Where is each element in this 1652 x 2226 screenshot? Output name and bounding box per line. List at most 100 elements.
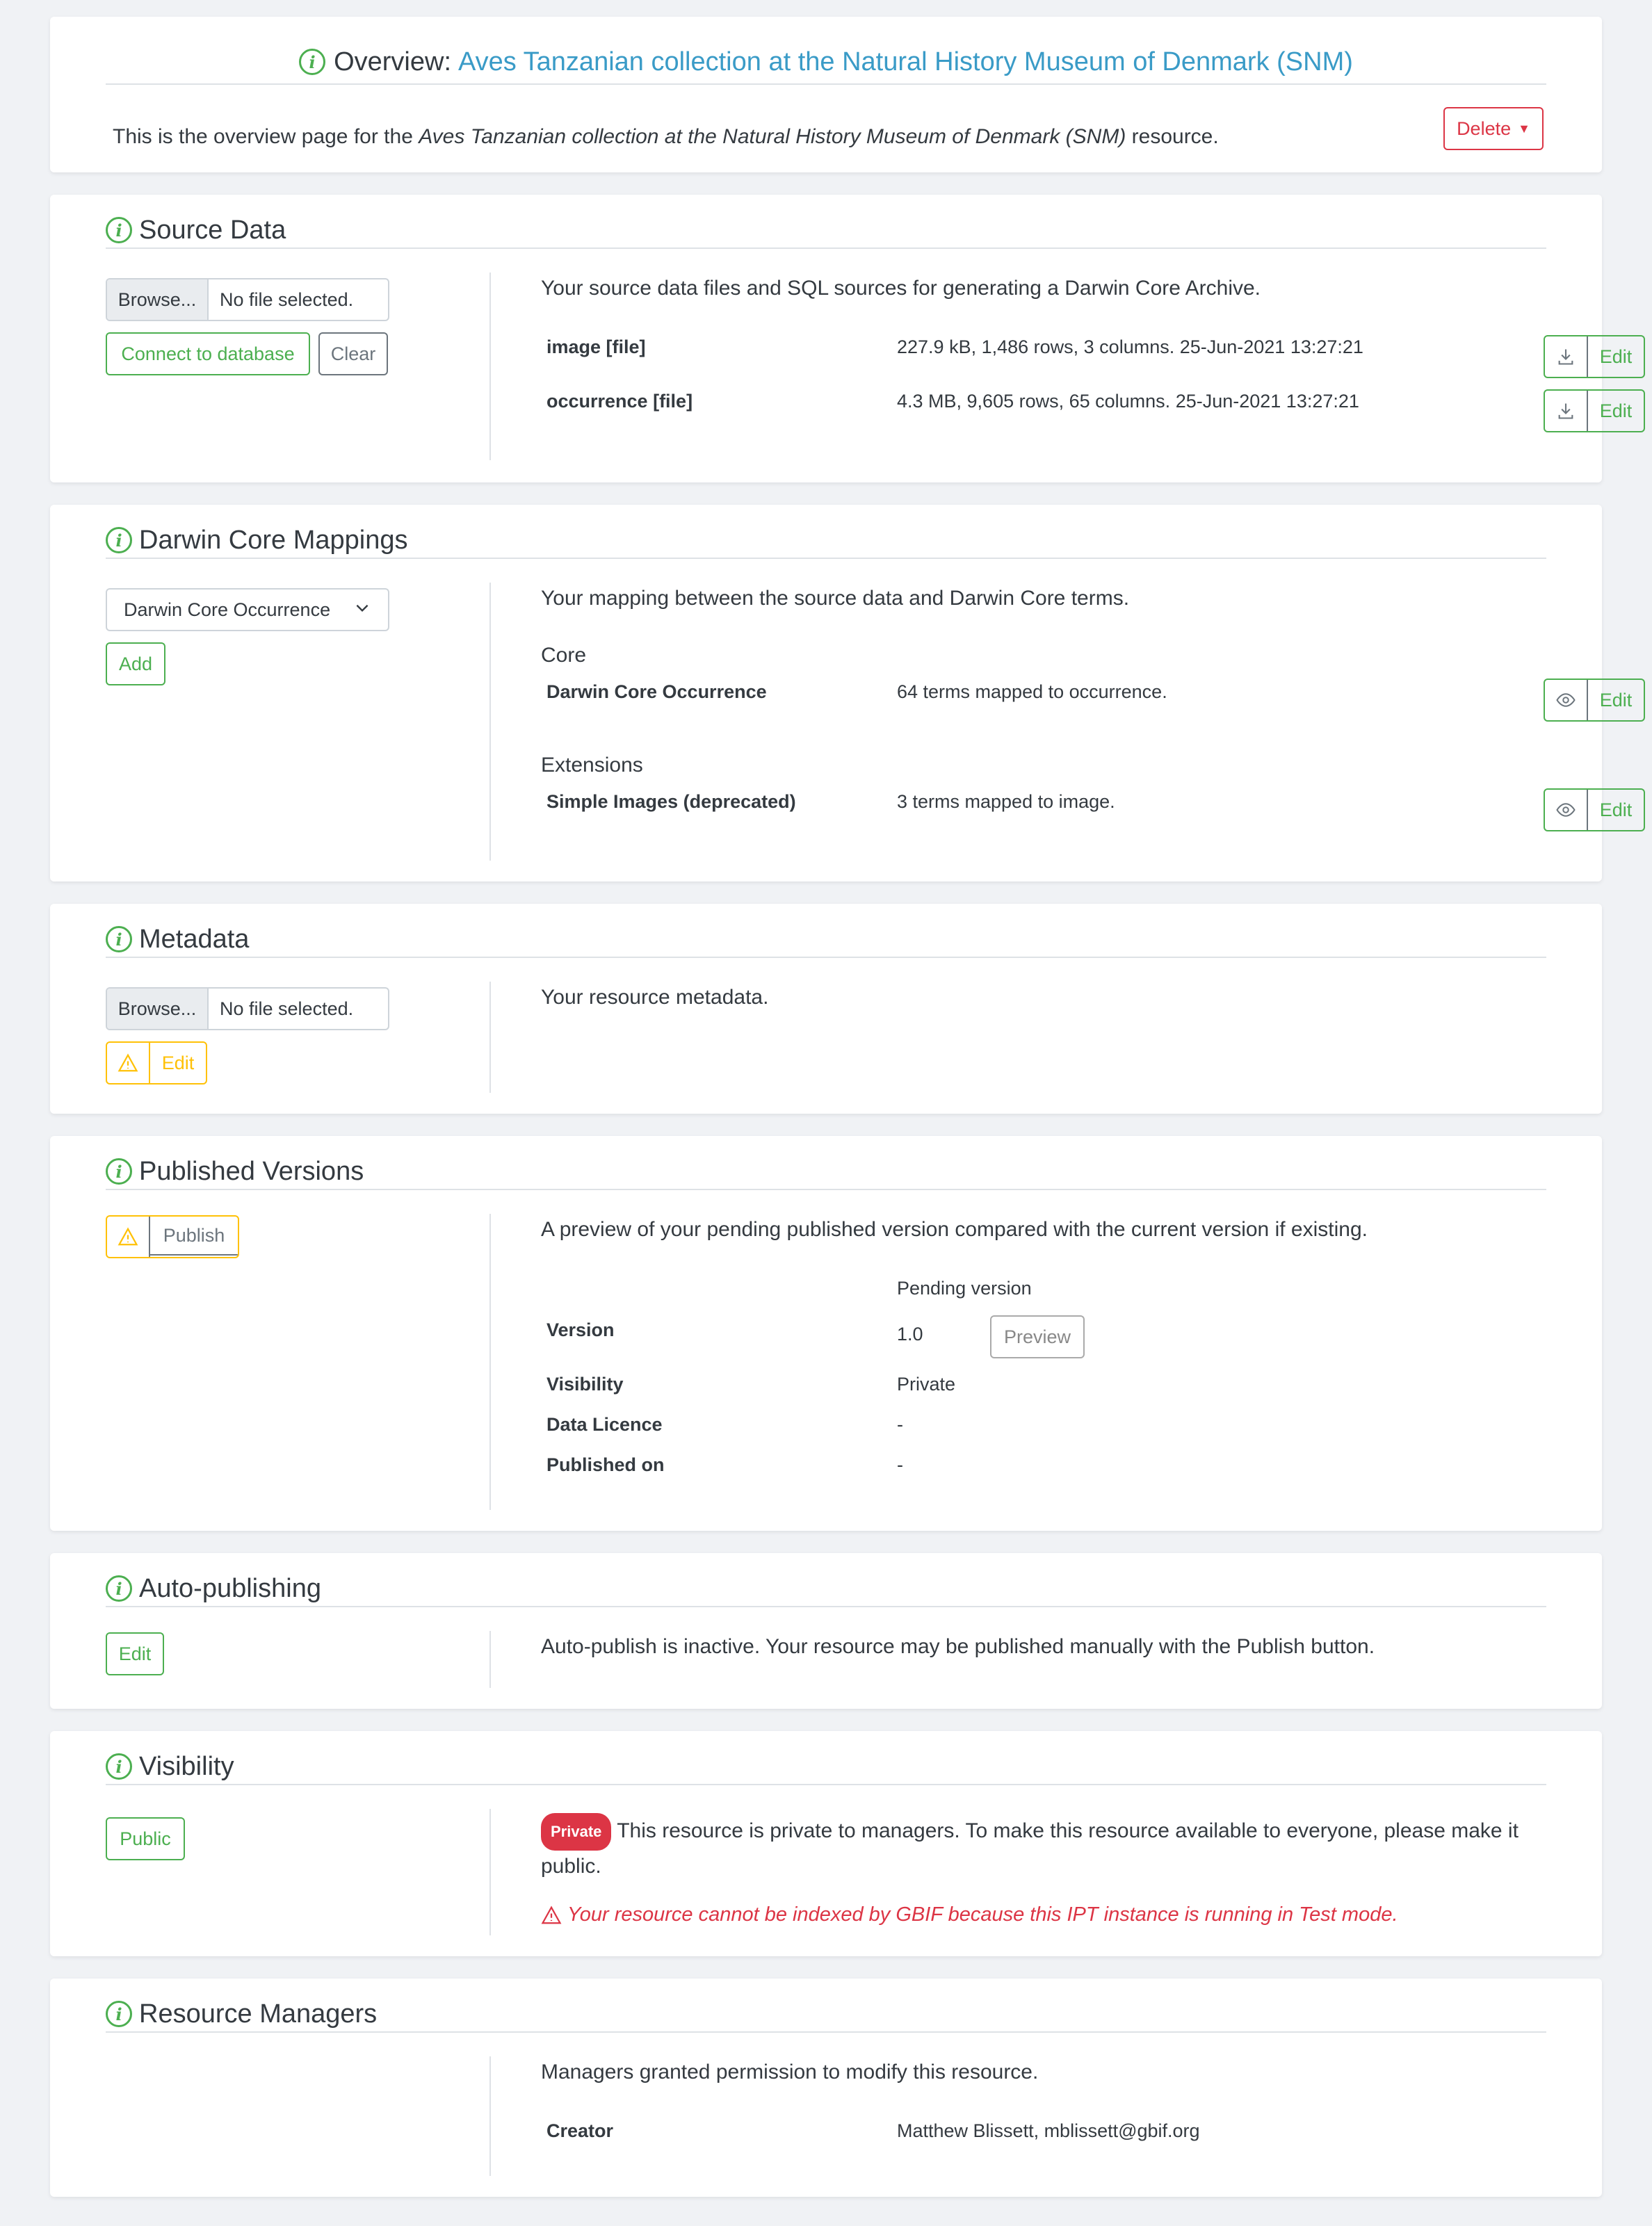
- divider: [489, 1631, 491, 1688]
- divider: [489, 2056, 491, 2176]
- metadata-description: Your resource metadata.: [541, 986, 769, 1009]
- metadata-card: i Metadata Browse... No file selected. E…: [50, 904, 1602, 1114]
- section-title: Auto-publishing: [139, 1573, 321, 1603]
- overview-description: This is the overview page for the Aves T…: [113, 125, 1219, 148]
- warning-icon: [541, 1905, 562, 1926]
- eye-icon[interactable]: [1545, 680, 1588, 720]
- section-title: Resource Managers: [139, 1999, 378, 2029]
- caret-down-icon: ▼: [1518, 121, 1530, 136]
- autopublish-edit-button[interactable]: Edit: [106, 1632, 164, 1675]
- divider: [489, 1214, 491, 1510]
- metadata-edit-group: Edit: [106, 1041, 207, 1084]
- section-title: Visibility: [139, 1751, 234, 1781]
- auto-publishing-card: i Auto-publishing Edit Auto-publish is i…: [50, 1553, 1602, 1709]
- source-file-info: 4.3 MB, 9,605 rows, 65 columns. 25-Jun-2…: [897, 391, 1359, 412]
- core-heading: Core: [541, 644, 587, 667]
- overview-prefix: Overview:: [334, 47, 451, 76]
- visibility-description: Private This resource is private to mana…: [541, 1813, 1546, 1883]
- divider: [489, 1809, 491, 1935]
- add-mapping-button[interactable]: Add: [106, 642, 165, 685]
- source-data-description: Your source data files and SQL sources f…: [541, 277, 1261, 300]
- info-icon: i: [106, 1575, 132, 1602]
- resource-name-italic: Aves Tanzanian collection at the Natural…: [419, 125, 1126, 148]
- published-on-label: Published on: [546, 1454, 665, 1475]
- divider: [489, 273, 491, 460]
- core-mapping-info: 64 terms mapped to occurrence.: [897, 681, 1167, 702]
- divider: [489, 583, 491, 861]
- edit-button[interactable]: Edit: [1588, 391, 1644, 431]
- source-file-actions: Edit: [1544, 335, 1645, 378]
- test-mode-warning: Your resource cannot be indexed by GBIF …: [541, 1903, 1398, 1926]
- divider: [489, 982, 491, 1093]
- mappings-description: Your mapping between the source data and…: [541, 587, 1130, 610]
- creator-value: Matthew Blissett, mblissett@gbif.org: [897, 2120, 1200, 2141]
- source-data-card: i Source Data Browse... No file selected…: [50, 195, 1645, 482]
- resource-title-link[interactable]: Aves Tanzanian collection at the Natural…: [458, 47, 1353, 77]
- version-value: 1.0: [897, 1324, 923, 1344]
- download-icon[interactable]: [1545, 336, 1588, 377]
- eye-icon[interactable]: [1545, 790, 1588, 830]
- creator-label: Creator: [546, 2120, 614, 2141]
- extension-mapping-info: 3 terms mapped to image.: [897, 791, 1115, 812]
- delete-dropdown-button[interactable]: Delete ▼: [1443, 107, 1544, 150]
- visibility-card: i Visibility Public Private This resourc…: [50, 1731, 1602, 1956]
- overview-heading: i Overview: Aves Tanzanian collection at…: [106, 46, 1546, 85]
- edit-button[interactable]: Edit: [1588, 790, 1644, 830]
- core-type-select[interactable]: Darwin Core Occurrence: [106, 588, 389, 631]
- edit-button[interactable]: Edit: [1588, 336, 1644, 377]
- published-description: A preview of your pending published vers…: [541, 1218, 1368, 1241]
- extension-mapping-actions: Edit: [1544, 788, 1645, 831]
- core-mapping-name: Darwin Core Occurrence: [546, 681, 767, 702]
- pending-version-heading: Pending version: [897, 1278, 1032, 1299]
- make-public-button[interactable]: Public: [106, 1817, 185, 1860]
- warning-icon: [107, 1217, 150, 1257]
- section-title: Metadata: [139, 924, 250, 954]
- resource-managers-card: i Resource Managers Managers granted per…: [50, 1979, 1602, 2197]
- file-status: No file selected.: [220, 998, 354, 1019]
- published-versions-card: i Published Versions Publish A preview o…: [50, 1136, 1602, 1531]
- mappings-card: i Darwin Core Mappings Darwin Core Occur…: [50, 505, 1645, 882]
- info-icon: i: [106, 1753, 132, 1780]
- edit-metadata-button[interactable]: Edit: [150, 1043, 206, 1083]
- info-icon: i: [106, 2001, 132, 2027]
- download-icon[interactable]: [1545, 391, 1588, 431]
- version-label: Version: [546, 1319, 615, 1340]
- publish-group: Publish: [106, 1215, 239, 1258]
- extension-mapping-name: Simple Images (deprecated): [546, 791, 796, 812]
- autopublish-description: Auto-publish is inactive. Your resource …: [541, 1635, 1375, 1658]
- info-icon: i: [106, 527, 132, 553]
- preview-button[interactable]: Preview: [990, 1315, 1085, 1358]
- section-title: Darwin Core Mappings: [139, 525, 408, 555]
- extensions-heading: Extensions: [541, 754, 643, 777]
- core-mapping-actions: Edit: [1544, 679, 1645, 722]
- section-title: Source Data: [139, 215, 286, 245]
- browse-button[interactable]: Browse...: [107, 279, 209, 320]
- clear-button[interactable]: Clear: [318, 332, 388, 375]
- source-file-input[interactable]: Browse... No file selected.: [106, 278, 389, 321]
- private-badge: Private: [541, 1813, 612, 1851]
- file-status: No file selected.: [220, 289, 354, 310]
- edit-button[interactable]: Edit: [1588, 680, 1644, 720]
- browse-button[interactable]: Browse...: [107, 989, 209, 1029]
- connect-database-button[interactable]: Connect to database: [106, 332, 310, 375]
- licence-value: -: [897, 1414, 903, 1435]
- visibility-label: Visibility: [546, 1374, 624, 1395]
- metadata-file-input[interactable]: Browse... No file selected.: [106, 987, 389, 1030]
- licence-label: Data Licence: [546, 1414, 663, 1435]
- warning-icon: [107, 1043, 150, 1083]
- published-on-value: -: [897, 1454, 903, 1475]
- info-icon: i: [106, 217, 132, 243]
- info-icon: i: [106, 1158, 132, 1185]
- source-file-name: image [file]: [546, 336, 646, 357]
- publish-button[interactable]: Publish: [150, 1217, 238, 1256]
- source-file-info: 227.9 kB, 1,486 rows, 3 columns. 25-Jun-…: [897, 336, 1363, 357]
- visibility-value: Private: [897, 1374, 956, 1395]
- source-file-actions: Edit: [1544, 389, 1645, 432]
- chevron-down-icon: [353, 599, 371, 622]
- section-title: Published Versions: [139, 1156, 364, 1186]
- overview-card: i Overview: Aves Tanzanian collection at…: [50, 17, 1602, 172]
- info-icon: i: [106, 926, 132, 952]
- info-icon: i: [299, 49, 326, 75]
- managers-description: Managers granted permission to modify th…: [541, 2061, 1039, 2083]
- source-file-name: occurrence [file]: [546, 391, 693, 412]
